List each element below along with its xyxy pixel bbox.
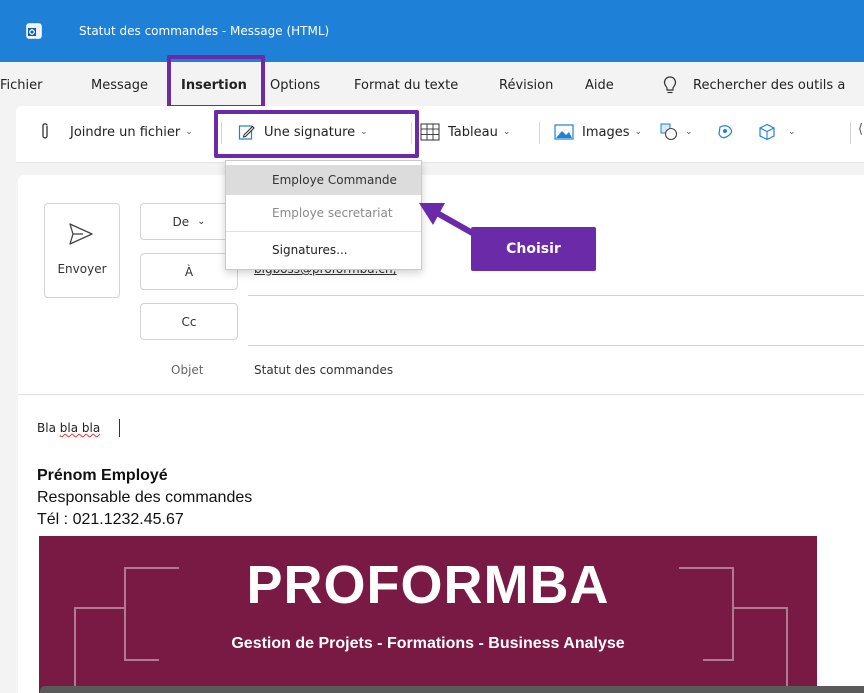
insertion-highlight xyxy=(167,55,265,109)
from-button[interactable]: De ⌄ xyxy=(140,203,238,240)
to-button[interactable]: À xyxy=(140,253,238,290)
icons-icon xyxy=(718,125,733,139)
menu-revision[interactable]: Révision xyxy=(499,77,553,95)
body-text-line[interactable]: Bla bla bla xyxy=(37,421,100,435)
cc-label: Cc xyxy=(181,314,197,329)
menu-aide[interactable]: Aide xyxy=(585,77,614,95)
send-button[interactable]: Envoyer xyxy=(44,203,120,298)
table-label: Tableau xyxy=(448,124,498,140)
title-bar: Statut des commandes - Message (HTML) xyxy=(0,0,864,62)
attach-file-label: Joindre un fichier xyxy=(70,124,181,140)
cc-button[interactable]: Cc xyxy=(140,303,238,340)
chevron-down-icon: ⌄ xyxy=(197,216,206,227)
signature-dropdown: Employe Commande Employe secretariat Sig… xyxy=(225,160,422,270)
banner-subtitle: Gestion de Projets - Formations - Busine… xyxy=(231,635,625,652)
outlook-icon xyxy=(26,23,42,39)
signature-option-employe-commande[interactable]: Employe Commande xyxy=(226,165,421,195)
table-icon xyxy=(420,123,440,141)
body-text-misspelled: bla bla xyxy=(59,421,101,435)
cc-field-underline xyxy=(248,345,864,346)
image-icon xyxy=(554,124,574,140)
paperclip-icon xyxy=(42,123,48,139)
shapes-icon xyxy=(660,123,678,141)
menu-fichier[interactable]: Fichier xyxy=(0,77,43,95)
window-title: Statut des commandes - Message (HTML) xyxy=(79,24,330,38)
text-cursor xyxy=(119,419,120,437)
body-text-word: Bla xyxy=(37,421,56,435)
chevron-down-icon: ⌄ xyxy=(685,127,693,137)
images-label: Images xyxy=(582,124,630,140)
3d-models-button[interactable]: ⌄ xyxy=(758,120,796,144)
chevron-down-icon: ⌄ xyxy=(788,127,796,137)
lightbulb-icon xyxy=(663,76,677,94)
signature-phone: Tél : 021.1232.45.67 xyxy=(37,511,184,528)
attach-file-button[interactable]: Joindre un fichier ⌄ xyxy=(40,120,193,144)
ribbon: Joindre un fichier ⌄ Une signature ⌄ Tab… xyxy=(16,106,864,163)
signatures-settings-item[interactable]: Signatures... xyxy=(226,235,421,265)
from-label: De xyxy=(172,214,190,229)
to-label: À xyxy=(184,264,194,279)
chevron-down-icon: ⌄ xyxy=(185,127,193,137)
chevron-down-icon: ⌄ xyxy=(634,127,643,137)
chevron-down-icon: ⌄ xyxy=(502,127,511,137)
dropdown-separator xyxy=(226,231,421,232)
signature-option-employe-secretariat[interactable]: Employe secretariat xyxy=(226,198,421,228)
subject-label: Objet xyxy=(171,363,204,377)
signature-name: Prénom Employé xyxy=(37,467,168,484)
images-button[interactable]: Images ⌄ xyxy=(554,120,642,144)
subject-input[interactable]: Statut des commandes xyxy=(254,363,393,377)
callout-choisir: Choisir xyxy=(471,227,596,271)
icons-button[interactable] xyxy=(716,120,736,144)
cube-icon xyxy=(759,123,775,141)
ribbon-separator xyxy=(539,122,540,144)
to-field-underline xyxy=(248,295,864,296)
table-button[interactable]: Tableau ⌄ xyxy=(420,120,510,144)
overflow-icon[interactable]: ⟨ xyxy=(858,122,863,137)
menu-format-du-texte[interactable]: Format du texte xyxy=(354,77,458,95)
menu-message[interactable]: Message xyxy=(91,77,148,95)
ribbon-separator xyxy=(850,122,851,144)
send-icon xyxy=(69,223,93,245)
signature-role: Responsable des commandes xyxy=(37,489,253,506)
send-label: Envoyer xyxy=(57,262,107,276)
menu-bar: Fichier Message Insertion Options Format… xyxy=(0,55,864,109)
header-divider xyxy=(18,394,864,395)
shapes-button[interactable]: ⌄ xyxy=(660,120,693,144)
search-tools-input[interactable]: Rechercher des outils a xyxy=(693,77,845,95)
menu-options[interactable]: Options xyxy=(270,77,320,95)
signature-banner: PROFORMBA Gestion de Projets - Formation… xyxy=(39,536,817,693)
banner-title: PROFORMBA xyxy=(246,555,610,615)
signature-highlight xyxy=(214,110,419,158)
horizontal-scrollbar[interactable] xyxy=(40,686,864,693)
compose-pane: Envoyer De ⌄ À bigboss@proformba.ch; Cc … xyxy=(18,175,864,693)
